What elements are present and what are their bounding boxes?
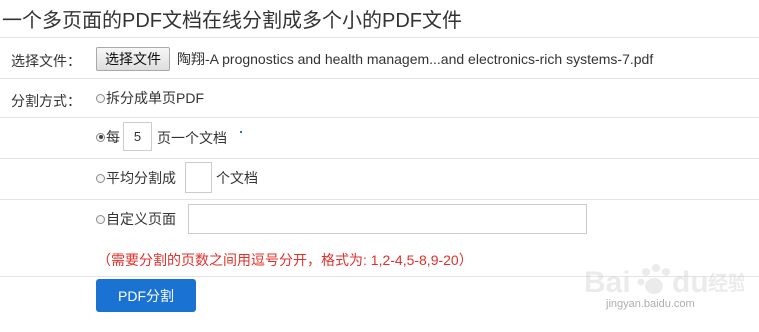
page-title: 一个多页面的PDF文档在线分割成多个小的PDF文件 — [2, 10, 462, 32]
format-hint: （需要分割的页数之间用逗号分开，格式为: 1,2-4,5-8,9-20） — [97, 252, 473, 268]
option-average-split[interactable]: 平均分割成 — [96, 168, 176, 188]
svg-text:du: du — [672, 266, 709, 299]
radio-every-n-pages[interactable] — [96, 132, 105, 142]
document-count-input[interactable] — [185, 162, 212, 193]
option-every-prefix: 每 — [106, 129, 120, 145]
svg-text:Bai: Bai — [584, 266, 631, 299]
divider — [0, 117, 759, 118]
pages-per-document-input[interactable]: 5 — [123, 122, 152, 151]
pdf-split-button[interactable]: PDF分割 — [96, 279, 196, 312]
split-mode-label: 分割方式： — [11, 93, 81, 109]
file-label: 选择文件： — [11, 53, 81, 69]
radio-custom-pages[interactable] — [96, 214, 105, 224]
choose-file-button[interactable]: 选择文件 — [96, 47, 170, 71]
radio-average-split[interactable] — [96, 173, 105, 183]
selected-file-name: 陶翔-A prognostics and health managem...an… — [177, 51, 654, 67]
option-custom-label: 自定义页面 — [106, 211, 176, 227]
option-custom-pages[interactable]: 自定义页面 — [96, 209, 176, 229]
watermark-url: jingyan.baidu.com — [606, 298, 695, 310]
option-single-page[interactable]: 拆分成单页PDF — [96, 88, 204, 108]
option-single-page-label: 拆分成单页PDF — [106, 90, 204, 106]
divider — [0, 158, 759, 159]
divider — [0, 37, 759, 38]
option-average-suffix: 个文档 — [216, 170, 258, 186]
pdf-split-form: 一个多页面的PDF文档在线分割成多个小的PDF文件 选择文件： 选择文件 陶翔-… — [0, 0, 759, 332]
marker-dot — [240, 131, 242, 133]
divider — [0, 78, 759, 79]
option-every-suffix: 页一个文档 — [157, 130, 227, 146]
option-every-n-pages[interactable]: 每 — [96, 127, 120, 147]
svg-text:经验: 经验 — [708, 271, 744, 295]
custom-pages-input[interactable] — [188, 204, 587, 234]
radio-single-page[interactable] — [96, 93, 105, 103]
option-average-prefix: 平均分割成 — [106, 170, 176, 186]
divider — [0, 199, 759, 200]
